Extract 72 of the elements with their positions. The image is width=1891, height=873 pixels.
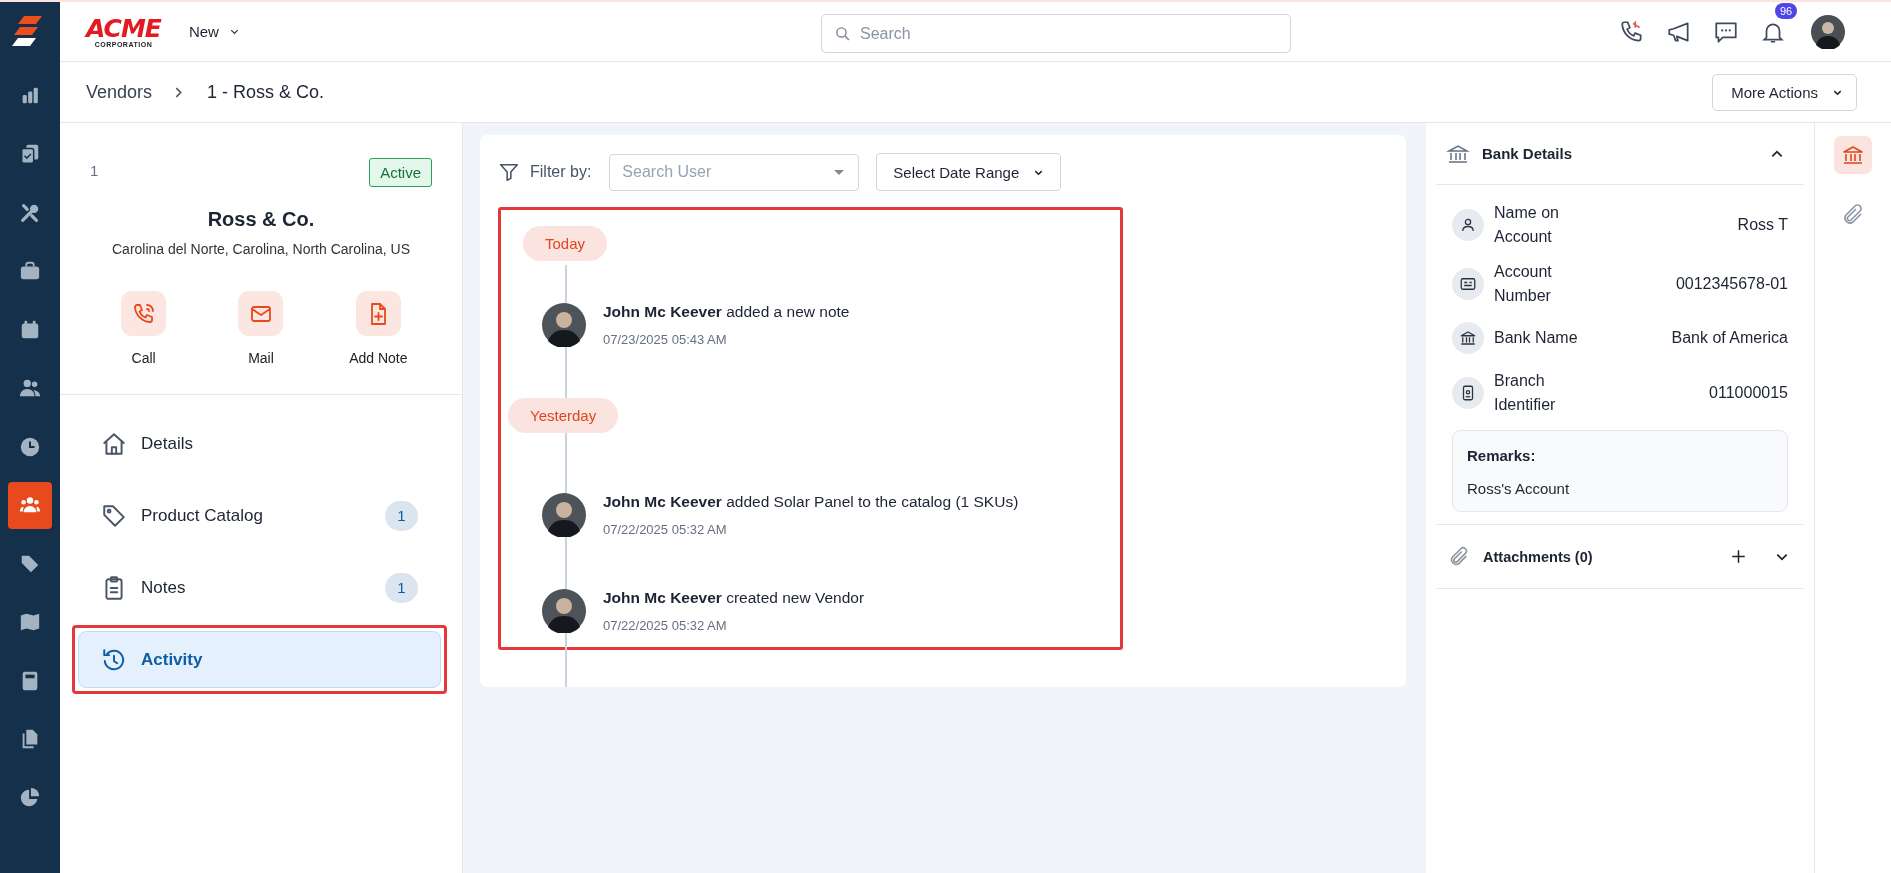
remarks-label: Remarks: <box>1467 447 1537 464</box>
bank-icon <box>1459 329 1477 347</box>
section-tab[interactable]: Notes 1 <box>78 559 441 616</box>
breadcrumb-link[interactable]: Vendors <box>86 81 153 103</box>
phone-icon <box>131 301 156 326</box>
field-label: Name on Account <box>1494 202 1560 247</box>
field-value: Ross T <box>1737 215 1788 234</box>
plus-icon[interactable] <box>1731 549 1746 564</box>
user-avatar <box>542 493 586 537</box>
breadcrumb-current: 1 - Ross & Co. <box>207 81 325 103</box>
quick-action-button[interactable] <box>238 291 284 336</box>
user-avatar <box>542 303 586 347</box>
vendor-address: Carolina del Norte, Carolina, North Carolina, US <box>111 241 411 257</box>
activity-description: John Mc Keever added a new note <box>603 303 850 321</box>
house-icon <box>101 430 127 457</box>
date-group-label: Today <box>523 226 608 261</box>
filter-label: Filter by: <box>530 163 592 181</box>
new-menu-button[interactable]: New <box>186 21 242 42</box>
bank-icon <box>1841 143 1865 167</box>
search-icon <box>834 25 851 42</box>
notification-count: 96 <box>1775 2 1798 19</box>
activity-description: John Mc Keever created new Vendor <box>603 589 865 607</box>
clipboard-icon <box>19 143 41 165</box>
clock-icon <box>19 435 41 458</box>
count-badge: 1 <box>385 500 418 531</box>
map-icon <box>19 611 41 633</box>
remarks-text: Ross's Account <box>1467 480 1571 497</box>
more-actions-button[interactable]: More Actions <box>1712 73 1857 111</box>
quick-action-label: Add Note <box>349 350 408 366</box>
quick-action-label: Mail <box>248 350 274 366</box>
tools-icon <box>19 201 41 224</box>
logo-name: ACME <box>86 15 161 41</box>
calendar-icon <box>19 318 41 341</box>
user-avatar <box>542 589 586 633</box>
panel-toggle[interactable] <box>1834 136 1872 174</box>
section-title: Attachments (0) <box>1483 548 1594 565</box>
activity-timestamp: 07/22/2025 05:32 AM <box>603 522 728 537</box>
activity-timestamp: 07/23/2025 05:43 AM <box>603 332 728 347</box>
section-tab[interactable]: Details <box>78 415 441 472</box>
tag-icon <box>101 502 127 529</box>
count-badge: 1 <box>385 572 418 603</box>
user-avatar[interactable] <box>1811 14 1845 49</box>
field-label: Bank Name <box>1494 328 1579 348</box>
section-tab[interactable]: Activity <box>78 631 441 688</box>
field-value: Bank of America <box>1671 329 1788 347</box>
muted-phone-icon[interactable] <box>1619 18 1645 45</box>
history-icon <box>101 646 127 673</box>
field-value: 0012345678-01 <box>1675 274 1788 293</box>
vendor-id: 1 <box>90 162 99 179</box>
date-group-label: Yesterday <box>508 398 619 433</box>
filter-icon <box>498 161 520 183</box>
section-tab[interactable]: Product Catalog 1 <box>78 487 441 544</box>
quick-action-button[interactable] <box>355 291 401 336</box>
quick-action-label: Call <box>131 350 156 366</box>
field-value: 011000015 <box>1709 383 1788 402</box>
paperclip-icon <box>1448 545 1470 568</box>
user-select-field[interactable]: Search User <box>609 153 860 191</box>
date-range-button[interactable]: Select Date Range <box>876 153 1062 191</box>
status-badge: Active <box>369 158 432 187</box>
activity-timestamp: 07/22/2025 05:32 AM <box>603 618 728 633</box>
sidebar-item[interactable] <box>8 481 52 529</box>
paperclip-icon <box>1841 203 1865 227</box>
people-icon <box>19 377 41 399</box>
field-label: Branch Identifier <box>1494 370 1557 415</box>
pie-chart-icon <box>19 786 41 809</box>
briefcase-icon <box>19 260 41 282</box>
quick-action-button[interactable] <box>121 291 167 336</box>
field-label: Account Number <box>1494 261 1553 306</box>
search-field[interactable]: Search <box>821 14 1291 53</box>
section-title: Bank Details <box>1482 145 1573 162</box>
activity-description: John Mc Keever added Solar Panel to the catalog (1 SKUs) <box>603 493 1019 511</box>
vendor-name: Ross & Co. <box>206 208 316 231</box>
